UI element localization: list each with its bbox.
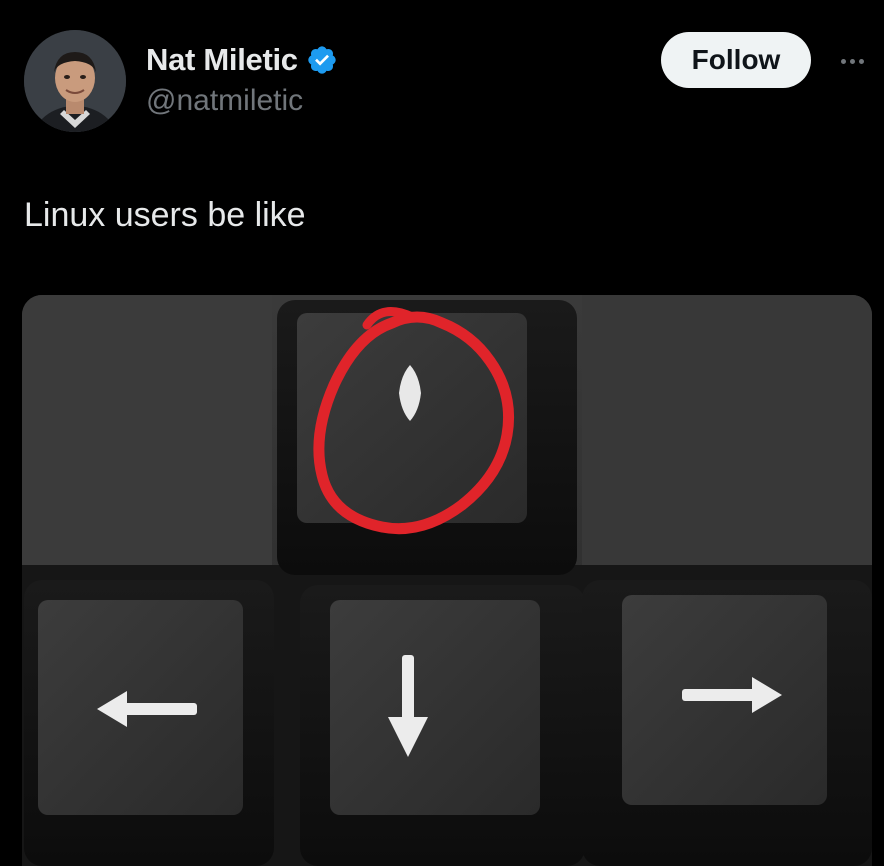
more-dot [840,58,846,64]
keyboard-arrow-keys-photo [22,295,872,866]
down-arrow-key [300,585,585,866]
more-dot [849,58,855,64]
background-panel-right [582,295,872,565]
author-handle[interactable]: @natmiletic [146,84,303,118]
avatar-image [24,30,126,132]
verified-badge-icon [308,46,336,74]
name-row: Nat Miletic [146,42,338,78]
tweet-media-image[interactable] [22,295,872,866]
follow-button[interactable]: Follow [661,32,811,88]
right-arrow-key [582,580,872,866]
background-panel-left [22,295,272,565]
tweet-header: Nat Miletic @natmiletic Follow [0,0,884,150]
more-options-icon[interactable] [834,46,870,76]
display-name[interactable]: Nat Miletic [146,42,298,78]
tweet-text: Linux users be like [24,196,306,234]
left-arrow-key [24,580,274,866]
avatar[interactable] [24,30,126,132]
more-dot [858,58,864,64]
